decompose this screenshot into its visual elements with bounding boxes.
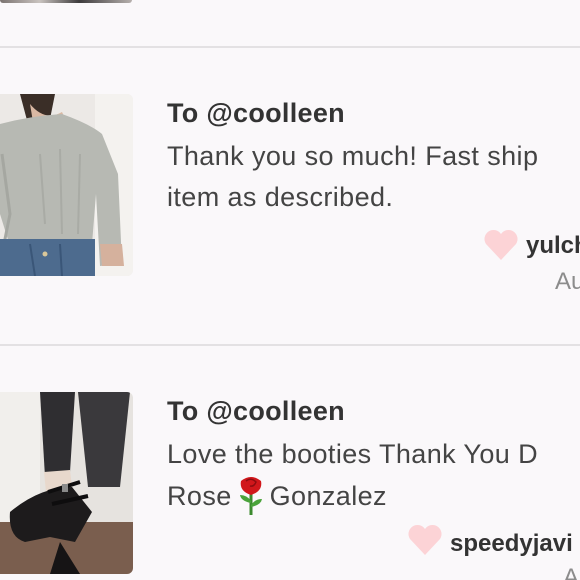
review-card: To @coolleen Love the booties Thank You …: [0, 346, 580, 580]
review-date: Au: [555, 268, 580, 295]
review-message-line: Thank you so much! Fast ship: [167, 141, 539, 171]
review-message-line: Love the booties Thank You D: [167, 439, 538, 469]
review-card: To @coolleen Thank you so much! Fast shi…: [0, 48, 580, 344]
booties-photo-icon: [0, 392, 133, 574]
heart-icon[interactable]: [407, 524, 443, 556]
review-message: Thank you so much! Fast ship item as des…: [167, 136, 538, 218]
sweater-photo-icon: [0, 94, 133, 276]
previous-item-thumbnail[interactable]: [0, 0, 132, 3]
reviewer-username[interactable]: speedyjavi: [450, 530, 573, 558]
listing-thumbnail[interactable]: [0, 94, 133, 276]
review-message: Love the booties Thank You D Rose Gonzal…: [167, 434, 538, 521]
rose-icon: [239, 477, 262, 515]
review-message-line: item as described.: [167, 182, 394, 212]
reviewer-username[interactable]: yulch: [526, 232, 580, 260]
review-message-word: Gonzalez: [269, 481, 387, 512]
heart-icon[interactable]: [483, 229, 519, 261]
review-message-line-2: Rose Gonzalez: [167, 475, 538, 521]
review-recipient: To @coolleen: [167, 98, 345, 128]
listing-thumbnail[interactable]: [0, 392, 133, 574]
review-date: Au: [563, 564, 580, 580]
review-recipient: To @coolleen: [167, 396, 345, 426]
review-message-word: Rose: [167, 481, 232, 512]
